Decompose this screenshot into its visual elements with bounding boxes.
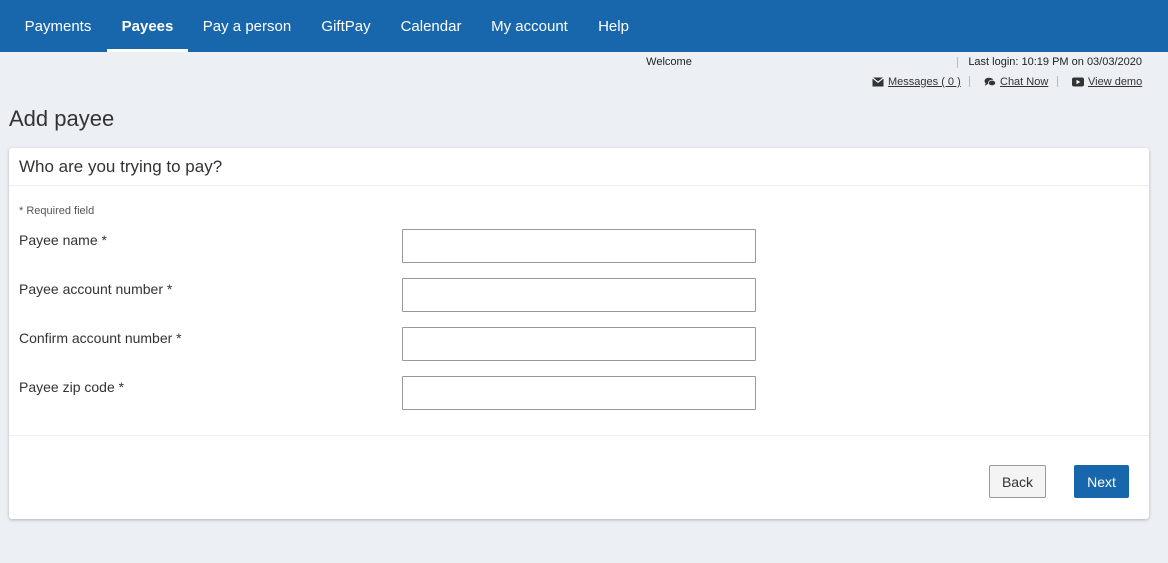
- next-button[interactable]: Next: [1074, 465, 1129, 498]
- welcome-text: Welcome: [646, 56, 692, 68]
- card-header: Who are you trying to pay?: [9, 148, 1149, 186]
- chat-now-link[interactable]: Chat Now: [984, 75, 1048, 89]
- confirm-account-number-label: Confirm account number *: [19, 330, 182, 346]
- payee-name-input[interactable]: [402, 229, 756, 263]
- view-demo-link[interactable]: View demo: [1072, 75, 1142, 89]
- chat-icon: [984, 77, 996, 87]
- payee-zip-code-input[interactable]: [402, 376, 756, 410]
- divider: [969, 76, 970, 87]
- nav-payees[interactable]: Payees: [107, 0, 188, 52]
- card-footer-divider: [9, 435, 1149, 436]
- view-demo-link-label[interactable]: View demo: [1088, 76, 1142, 88]
- nav-giftpay[interactable]: GiftPay: [306, 0, 386, 52]
- video-play-icon: [1072, 77, 1084, 87]
- add-payee-card: Who are you trying to pay? * Required fi…: [9, 148, 1149, 519]
- envelope-icon: [872, 77, 884, 87]
- payee-account-number-input[interactable]: [402, 278, 756, 312]
- payee-name-label: Payee name *: [19, 232, 107, 248]
- payee-account-number-label: Payee account number *: [19, 281, 173, 297]
- messages-link[interactable]: Messages ( 0 ): [872, 75, 961, 89]
- messages-link-label[interactable]: Messages ( 0 ): [888, 76, 961, 88]
- payee-zip-code-label: Payee zip code *: [19, 379, 125, 395]
- page-title: Add payee: [9, 106, 115, 131]
- divider: [1057, 76, 1058, 87]
- back-button[interactable]: Back: [989, 465, 1046, 498]
- confirm-account-number-input[interactable]: [402, 327, 756, 361]
- nav-help[interactable]: Help: [583, 0, 644, 52]
- nav-my-account[interactable]: My account: [476, 0, 583, 52]
- nav-calendar[interactable]: Calendar: [386, 0, 476, 52]
- last-login-text: Last login: 10:19 PM on 03/03/2020: [968, 56, 1142, 68]
- divider: [957, 57, 958, 68]
- chat-now-link-label[interactable]: Chat Now: [1000, 76, 1048, 88]
- required-field-note: * Required field: [19, 205, 95, 217]
- nav-payments[interactable]: Payments: [10, 0, 106, 52]
- top-navigation: Payments Payees Pay a person GiftPay Cal…: [0, 0, 1168, 52]
- nav-pay-a-person[interactable]: Pay a person: [188, 0, 306, 52]
- card-heading: Who are you trying to pay?: [19, 157, 223, 176]
